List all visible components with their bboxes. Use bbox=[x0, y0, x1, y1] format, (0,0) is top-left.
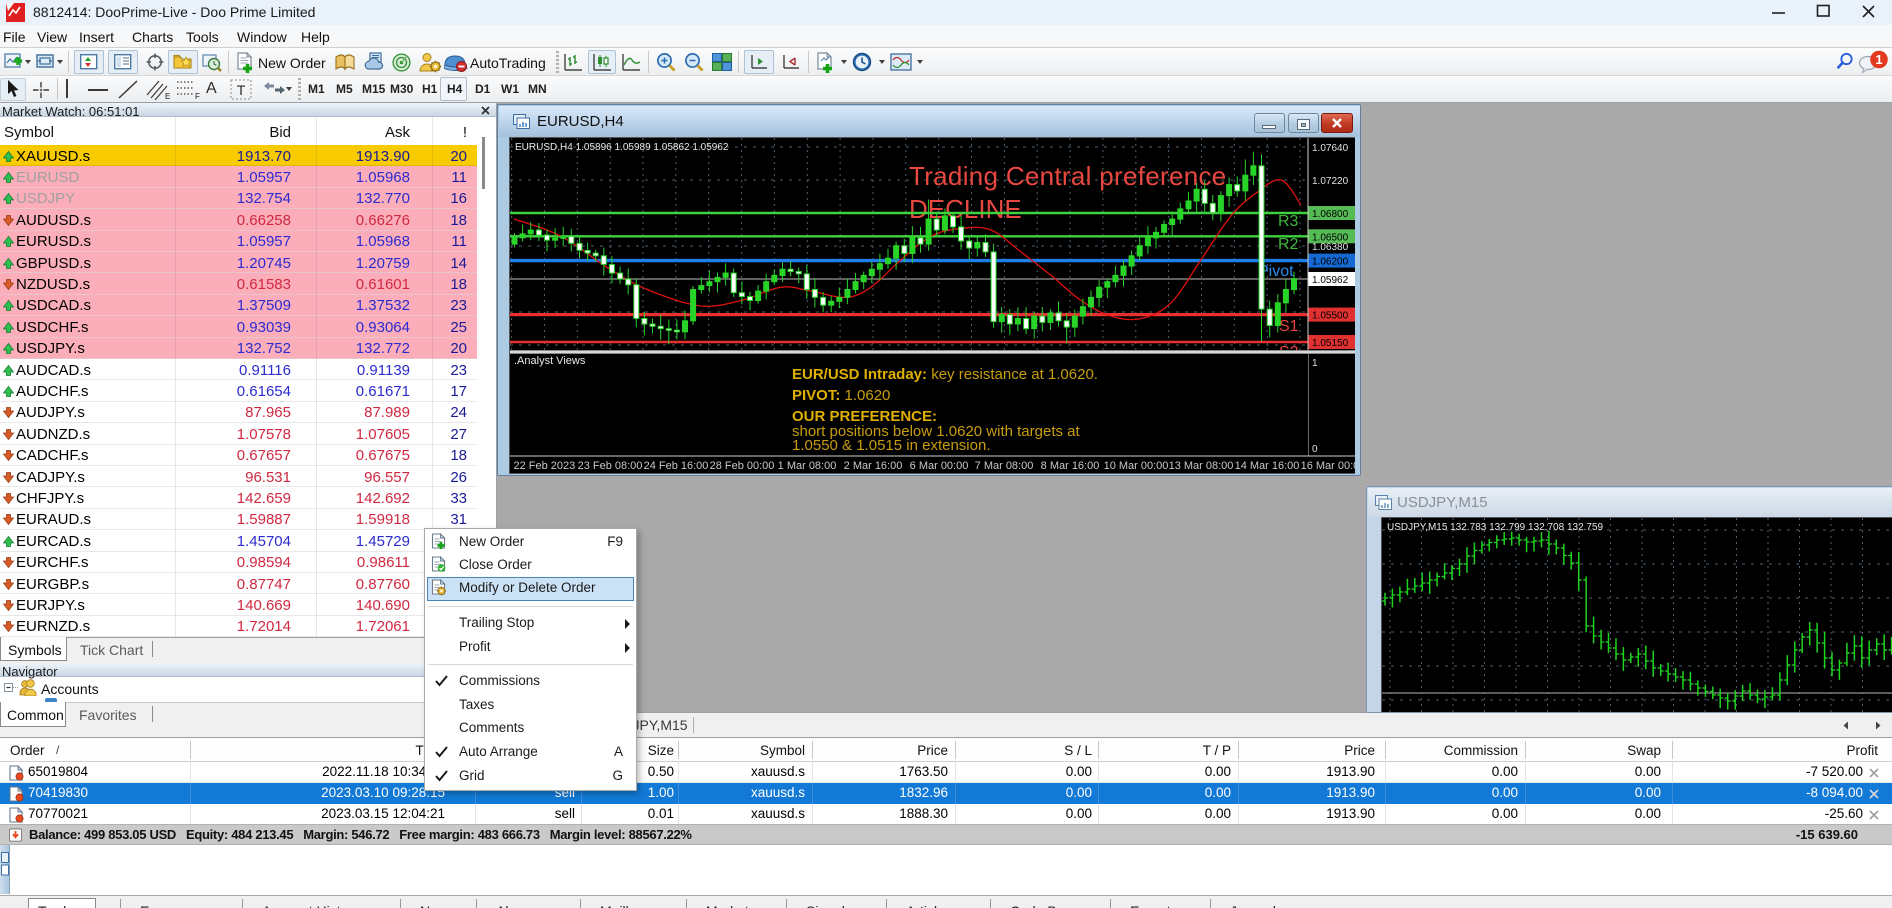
svg-text:6 Mar 00:00: 6 Mar 00:00 bbox=[910, 460, 969, 472]
svg-text:2 Mar 16:00: 2 Mar 16:00 bbox=[844, 460, 903, 472]
svg-text:8 Mar 16:00: 8 Mar 16:00 bbox=[1041, 460, 1100, 472]
svg-text:24 Feb 16:00: 24 Feb 16:00 bbox=[644, 460, 709, 472]
svg-text:1.05500: 1.05500 bbox=[1312, 311, 1349, 322]
svg-text:.Analyst Views: .Analyst Views bbox=[514, 355, 586, 367]
svg-text:1.05150: 1.05150 bbox=[1312, 338, 1349, 349]
svg-text:13 Mar 08:00: 13 Mar 08:00 bbox=[1169, 460, 1234, 472]
svg-text:28 Feb 00:00: 28 Feb 00:00 bbox=[710, 460, 775, 472]
svg-text:22 Feb 2023: 22 Feb 2023 bbox=[514, 460, 576, 472]
svg-text:1.05962: 1.05962 bbox=[1312, 275, 1349, 286]
svg-text:7 Mar 08:00: 7 Mar 08:00 bbox=[975, 460, 1034, 472]
svg-text:Trading Central preference: Trading Central preference bbox=[909, 161, 1227, 191]
svg-text:1.06200: 1.06200 bbox=[1312, 257, 1349, 268]
svg-text:R2: R2 bbox=[1278, 236, 1299, 253]
svg-text:1.07220: 1.07220 bbox=[1312, 176, 1349, 187]
svg-text:16 Mar 00:00: 16 Mar 00:00 bbox=[1301, 460, 1355, 472]
svg-text:0: 0 bbox=[1312, 444, 1318, 455]
svg-text:PIVOT: 1.0620: PIVOT: 1.0620 bbox=[792, 387, 890, 404]
svg-text:1 Mar 08:00: 1 Mar 08:00 bbox=[778, 460, 837, 472]
svg-text:10 Mar 00:00: 10 Mar 00:00 bbox=[1104, 460, 1169, 472]
svg-text:T: T bbox=[237, 82, 246, 98]
svg-text:E: E bbox=[165, 92, 170, 100]
svg-text:EURUSD,H4 1.05896 1.05989 1.05: EURUSD,H4 1.05896 1.05989 1.05862 1.0596… bbox=[515, 142, 729, 153]
svg-text:14 Mar 16:00: 14 Mar 16:00 bbox=[1235, 460, 1300, 472]
svg-text:1.0550 & 1.0515 in extension.: 1.0550 & 1.0515 in extension. bbox=[792, 437, 991, 454]
svg-text:F: F bbox=[195, 92, 200, 100]
svg-text:EUR/USD Intraday: key resista: EUR/USD Intraday: key resistance at 1.06… bbox=[792, 366, 1098, 383]
svg-text:1.06800: 1.06800 bbox=[1312, 209, 1349, 220]
svg-text:1: 1 bbox=[1312, 358, 1318, 369]
svg-text:R3: R3 bbox=[1278, 213, 1299, 230]
svg-text:23 Feb 08:00: 23 Feb 08:00 bbox=[578, 460, 643, 472]
svg-text:1: 1 bbox=[1875, 52, 1882, 67]
svg-text:1.07640: 1.07640 bbox=[1312, 143, 1349, 154]
svg-text:1.06380: 1.06380 bbox=[1312, 242, 1349, 253]
svg-text:USDJPY,M15 132.783 132.799 132: USDJPY,M15 132.783 132.799 132.708 132.7… bbox=[1387, 522, 1604, 533]
svg-text:S1: S1 bbox=[1279, 318, 1299, 335]
